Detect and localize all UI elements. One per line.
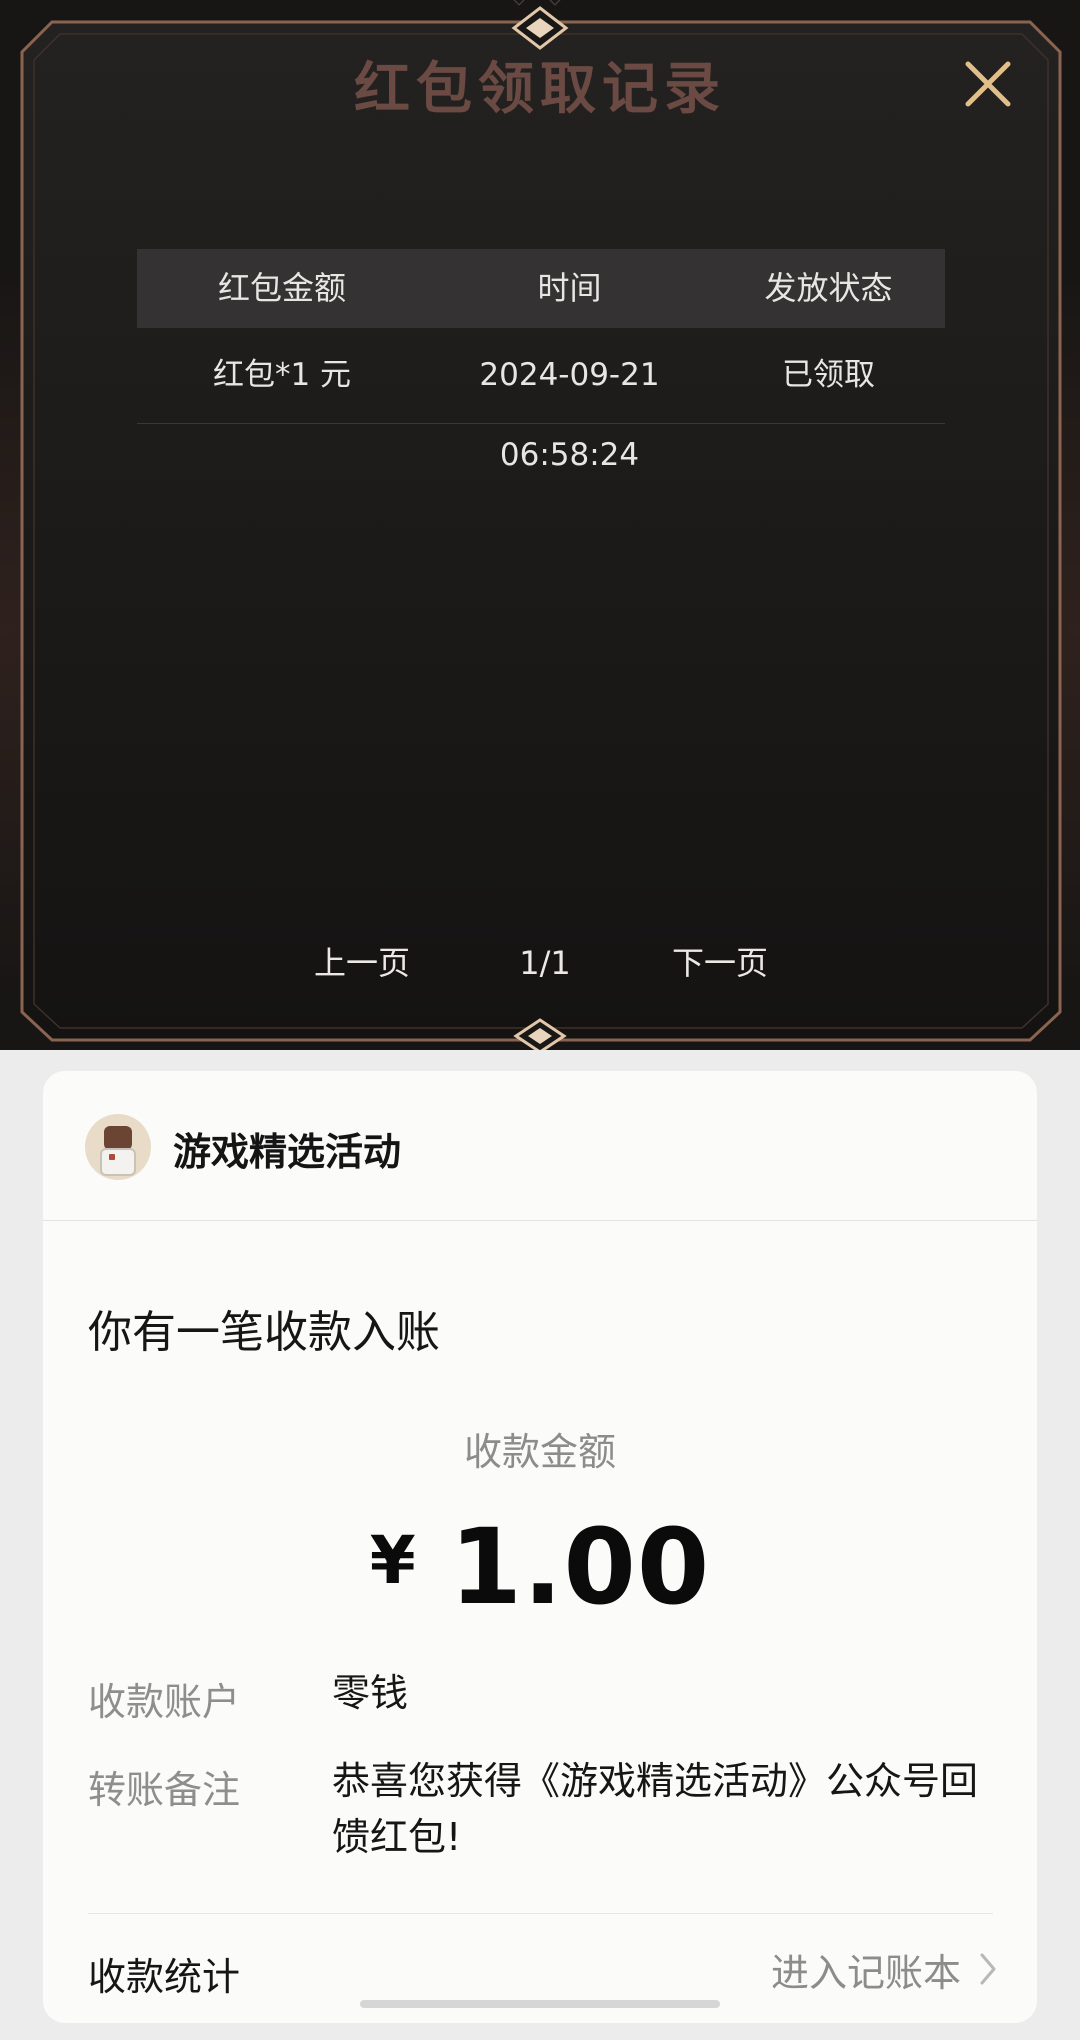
column-header-status: 发放状态	[764, 269, 893, 307]
row-status: 已领取	[782, 357, 875, 393]
account-label: 收款账户	[88, 1680, 241, 1724]
account-value: 零钱	[332, 1671, 409, 1715]
receipt-headline: 你有一笔收款入账	[88, 1307, 440, 1358]
column-header-time: 时间	[537, 269, 602, 307]
avatar-figure-body	[100, 1148, 136, 1176]
note-value: 恭喜您获得《游戏精选活动》公众号回馈红包!	[332, 1759, 979, 1859]
amount-display: ¥1.00	[43, 1506, 1037, 1628]
amount-value: 1.00	[449, 1506, 711, 1628]
red-packet-records-screen: ◇ ◇ 红包领取记录 红包金额 时间 发放状态 红包*1	[0, 0, 1080, 1050]
note-label: 转账备注	[88, 1768, 241, 1812]
column-header-amount: 红包金额	[217, 269, 346, 307]
row-time: 2024-09-21 06:58:24	[479, 357, 660, 473]
prev-page-button[interactable]: 上一页	[300, 938, 424, 988]
currency-symbol: ¥	[369, 1522, 416, 1599]
row-amount: 红包*1 元	[212, 357, 352, 393]
next-page-button[interactable]: 下一页	[658, 938, 782, 988]
records-table-header: 红包金额 时间 发放状态	[137, 249, 945, 328]
close-button[interactable]	[958, 54, 1018, 114]
avatar-figure-mark	[109, 1154, 115, 1160]
stats-label: 收款统计	[88, 1955, 241, 1999]
dialog-frame	[20, 6, 1062, 1050]
footer-divider	[88, 1913, 993, 1914]
payment-receipt-card: 游戏精选活动 你有一笔收款入账 收款金额 ¥1.00 收款账户 零钱 转账备注 …	[43, 1071, 1037, 2023]
avatar-figure-head	[104, 1126, 132, 1150]
close-icon	[965, 61, 1011, 107]
page-indicator: 1/1	[519, 944, 571, 982]
merchant-name[interactable]: 游戏精选活动	[173, 1121, 401, 1176]
ledger-link[interactable]: 进入记账本	[770, 1944, 997, 1995]
header-divider	[43, 1220, 1037, 1221]
merchant-avatar	[85, 1114, 151, 1180]
table-row: 红包*1 元 2024-09-21 06:58:24 已领取	[137, 335, 945, 473]
amount-label: 收款金额	[463, 1430, 616, 1474]
chevron-right-icon	[980, 1953, 996, 1985]
home-indicator	[360, 2000, 720, 2008]
ledger-link-label: 进入记账本	[770, 1950, 961, 1995]
dialog-title: 红包领取记录	[354, 57, 726, 122]
